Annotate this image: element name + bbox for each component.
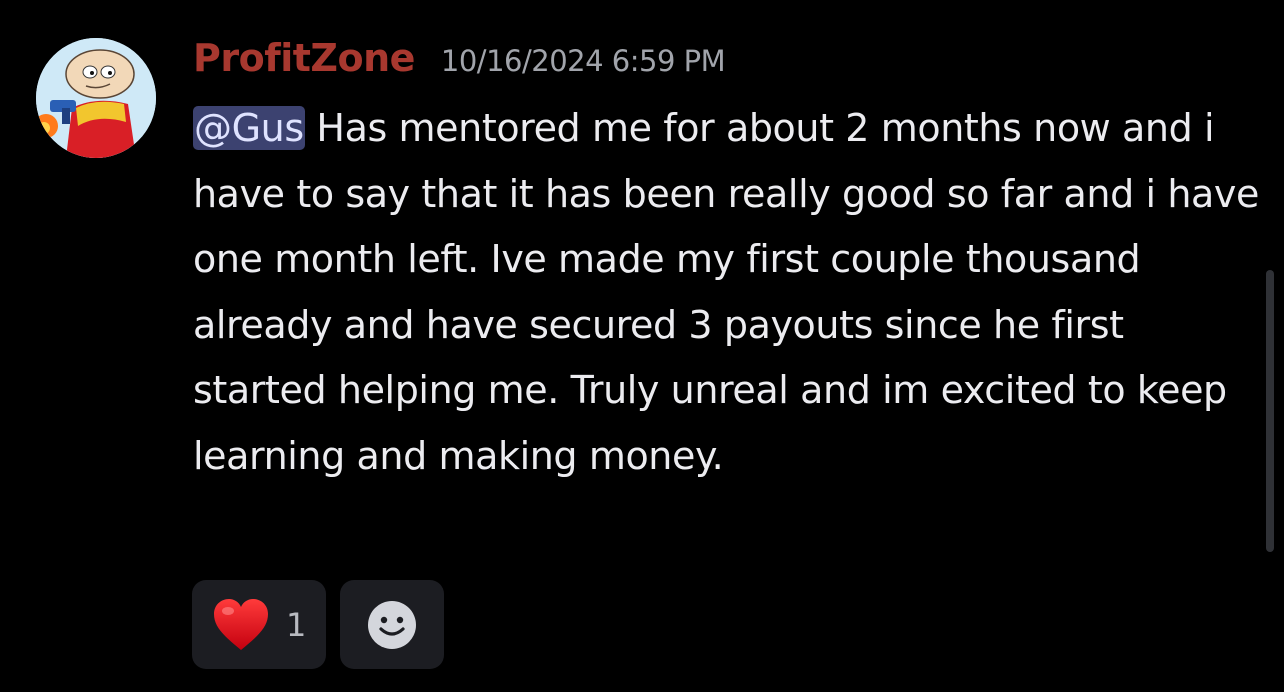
user-avatar[interactable]	[36, 38, 156, 158]
avatar-image	[36, 38, 156, 158]
message-timestamp: 10/16/2024 6:59 PM	[440, 44, 726, 78]
user-mention[interactable]: @Gus	[193, 106, 305, 150]
add-reaction-button[interactable]	[340, 580, 444, 669]
scrollbar[interactable]	[1266, 270, 1274, 552]
chat-message: ProfitZone 10/16/2024 6:59 PM @Gus Has m…	[0, 0, 1284, 692]
reaction-count: 1	[286, 605, 307, 644]
author-username[interactable]: ProfitZone	[193, 36, 415, 80]
smiley-add-reaction-icon	[368, 600, 416, 649]
message-content: @Gus Has mentored me for about 2 months …	[193, 96, 1263, 489]
reactions-bar: 1	[192, 580, 444, 669]
heart-icon	[214, 598, 268, 650]
message-header: ProfitZone 10/16/2024 6:59 PM	[193, 36, 726, 88]
message-text: Has mentored me for about 2 months now a…	[193, 106, 1259, 478]
reaction-heart[interactable]: 1	[192, 580, 326, 669]
